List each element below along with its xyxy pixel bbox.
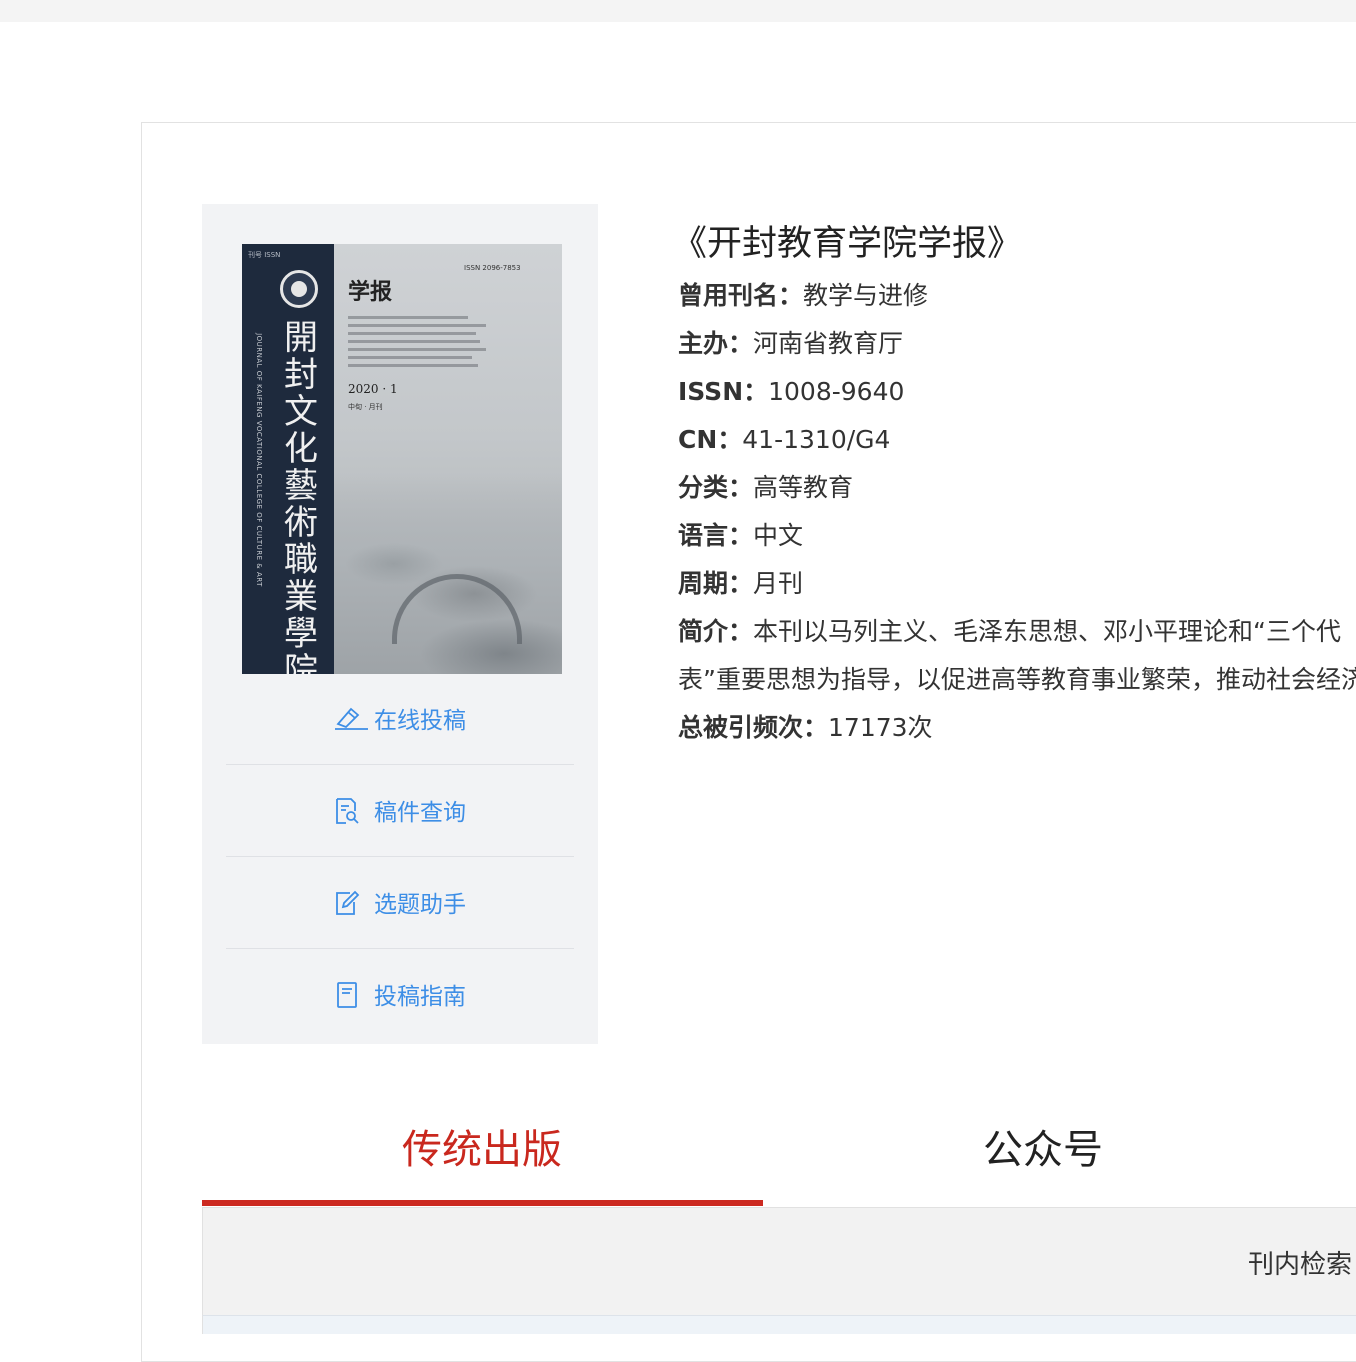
submission-guide-button[interactable]: 投稿指南 [226, 948, 574, 1040]
college-emblem-icon [280, 270, 318, 308]
info-category: 分类：高等教育 [678, 473, 854, 502]
publication-tabs: 传统出版 公众号 [202, 1090, 1356, 1208]
journal-sidebar: 刊号 ISSN 開 封 文 化 藝 術 職 業 學 院 JOURNAL OF K… [202, 204, 598, 1044]
online-submit-button[interactable]: 在线投稿 [226, 672, 574, 764]
cover-contents-lines [348, 316, 488, 372]
topic-assistant-button[interactable]: 选题助手 [226, 856, 574, 948]
journal-cover-image: 刊号 ISSN 開 封 文 化 藝 術 職 業 學 院 JOURNAL OF K… [242, 244, 562, 674]
journal-info: 《开封教育学院学报》 曾用刊名：教学与进修 主办：河南省教育厅 ISSN：100… [672, 220, 1356, 752]
info-introduction: 简介：本刊以马列主义、毛泽东思想、邓小平理论和“三个代表”重要思想为指导，以促进… [678, 617, 1356, 694]
active-tab-underline [202, 1200, 763, 1206]
results-header-band [202, 1315, 1356, 1334]
submit-pen-icon [334, 705, 368, 731]
cover-title: 学报 [348, 279, 393, 305]
info-frequency: 周期：月刊 [678, 569, 804, 598]
cover-issn: ISSN 2096-7853 [464, 264, 521, 272]
info-citations: 总被引频次：17173次 [678, 713, 933, 742]
info-sponsor: 主办：河南省教育厅 [678, 329, 904, 358]
journal-title: 《开封教育学院学报》 [672, 224, 1023, 264]
topic-assistant-label: 选题助手 [374, 892, 466, 918]
document-search-icon [334, 797, 360, 824]
info-language: 语言：中文 [678, 521, 804, 550]
manuscript-query-button[interactable]: 稿件查询 [226, 764, 574, 856]
tab-official-account[interactable]: 公众号 [763, 1090, 1323, 1202]
in-journal-search-label[interactable]: 刊内检索 [1248, 1244, 1352, 1281]
info-cn: CN：41-1310/G4 [678, 425, 891, 454]
guide-book-icon [334, 981, 360, 1008]
info-issn: ISSN：1008-9640 [678, 377, 905, 406]
cover-sub: 中旬 · 月刊 [348, 403, 383, 411]
cover-corner-tag: 刊号 ISSN [248, 251, 281, 259]
manuscript-query-label: 稿件查询 [374, 800, 466, 826]
submission-guide-label: 投稿指南 [374, 984, 466, 1010]
top-strip [0, 0, 1356, 22]
online-submit-label: 在线投稿 [374, 708, 466, 734]
edit-note-icon [334, 889, 360, 915]
cover-vertical-name: 開 封 文 化 藝 術 職 業 學 院 [284, 318, 318, 675]
cover-issue: 2020 · 1 [348, 382, 398, 396]
cover-english-name: JOURNAL OF KAIFENG VOCATIONAL COLLEGE OF… [255, 333, 263, 587]
in-journal-search-bar: 刊内检索 [202, 1207, 1356, 1315]
tab-traditional-publishing[interactable]: 传统出版 [202, 1090, 762, 1202]
info-former-name: 曾用刊名：教学与进修 [678, 281, 929, 310]
